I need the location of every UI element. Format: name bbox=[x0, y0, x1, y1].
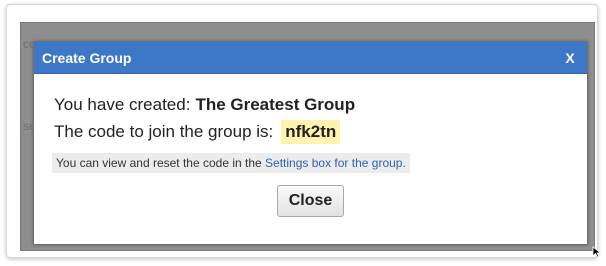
dialog-body: You have created: The Greatest Group The… bbox=[34, 74, 587, 217]
created-line: You have created: The Greatest Group bbox=[54, 91, 587, 118]
close-icon[interactable]: X bbox=[563, 50, 577, 66]
code-line: The code to join the group is: nfk2tn bbox=[54, 118, 587, 145]
note-text: You can view and reset the code in the bbox=[56, 156, 262, 170]
group-name: The Greatest Group bbox=[195, 94, 356, 114]
create-group-dialog: Create Group X You have created: The Gre… bbox=[33, 41, 588, 245]
code-label: The code to join the group is: bbox=[54, 121, 274, 141]
dialog-header: Create Group X bbox=[34, 42, 587, 74]
settings-note: You can view and reset the code in the S… bbox=[52, 153, 410, 173]
created-label: You have created: bbox=[54, 94, 191, 114]
button-row: Close bbox=[34, 185, 587, 217]
join-code: nfk2tn bbox=[281, 119, 341, 144]
settings-link[interactable]: Settings box for the group. bbox=[265, 156, 406, 170]
mouse-cursor-icon bbox=[592, 246, 602, 258]
close-button[interactable]: Close bbox=[276, 185, 345, 217]
dialog-title: Create Group bbox=[42, 49, 132, 66]
